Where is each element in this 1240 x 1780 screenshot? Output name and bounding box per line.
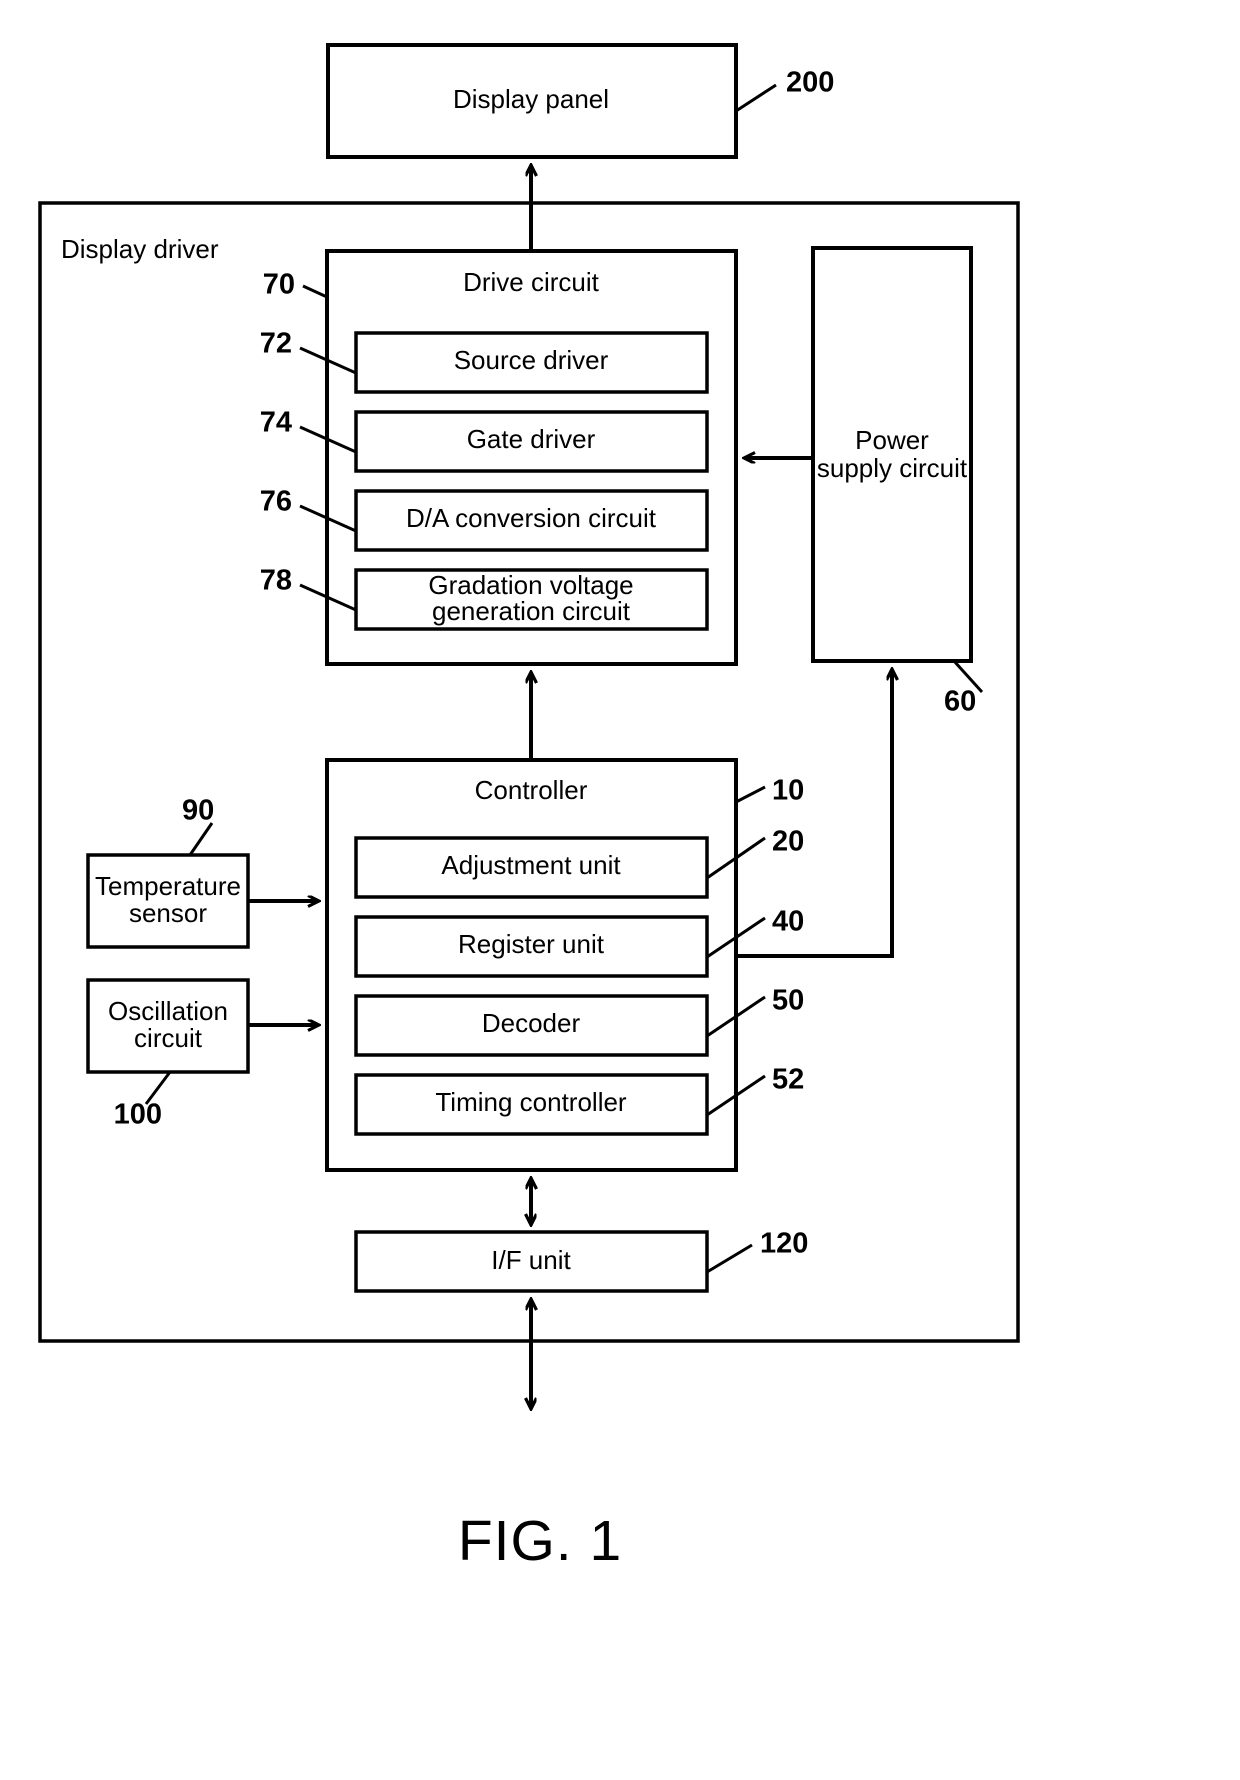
figure-caption: FIG. 1 — [458, 1509, 622, 1573]
power-supply-label-line1: Power — [855, 425, 929, 455]
ref-60: 60 — [944, 686, 976, 718]
ref-78: 78 — [260, 565, 292, 597]
ref-50: 50 — [772, 985, 804, 1017]
controller-label: Controller — [475, 775, 588, 805]
register-unit-label: Register unit — [458, 929, 605, 959]
da-conversion-circuit-label: D/A conversion circuit — [406, 503, 657, 533]
timing-controller-label: Timing controller — [435, 1087, 627, 1117]
ref-40: 40 — [772, 906, 804, 938]
text-layer: Display panel 200 Display driver Drive c… — [61, 67, 976, 1573]
figure-page: Display panel 200 Display driver Drive c… — [0, 0, 1240, 1780]
gradation-voltage-label-line2: generation circuit — [432, 596, 631, 626]
ref-52: 52 — [772, 1064, 804, 1096]
ref-10: 10 — [772, 775, 804, 807]
ref-200: 200 — [786, 67, 834, 99]
ref-100: 100 — [114, 1099, 162, 1131]
ref-72: 72 — [260, 328, 292, 360]
ref-20: 20 — [772, 826, 804, 858]
ref-90: 90 — [182, 795, 214, 827]
decoder-label: Decoder — [482, 1008, 581, 1038]
display-driver-label: Display driver — [61, 234, 219, 264]
display-panel-label: Display panel — [453, 84, 609, 114]
oscillation-circuit-label-line2: circuit — [134, 1023, 203, 1053]
oscillation-circuit-label-line1: Oscillation — [108, 996, 228, 1026]
source-driver-label: Source driver — [454, 345, 609, 375]
drive-circuit-label: Drive circuit — [463, 267, 600, 297]
ref-74: 74 — [260, 407, 292, 439]
ref-76: 76 — [260, 486, 292, 518]
gate-driver-label: Gate driver — [467, 424, 596, 454]
power-supply-label-line2: supply circuit — [817, 453, 968, 483]
ref-70: 70 — [263, 269, 295, 301]
ref-120: 120 — [760, 1228, 808, 1260]
temperature-sensor-label-line1: Temperature — [95, 871, 241, 901]
if-unit-label: I/F unit — [491, 1245, 571, 1275]
adjustment-unit-label: Adjustment unit — [441, 850, 621, 880]
temperature-sensor-label-line2: sensor — [129, 898, 207, 928]
